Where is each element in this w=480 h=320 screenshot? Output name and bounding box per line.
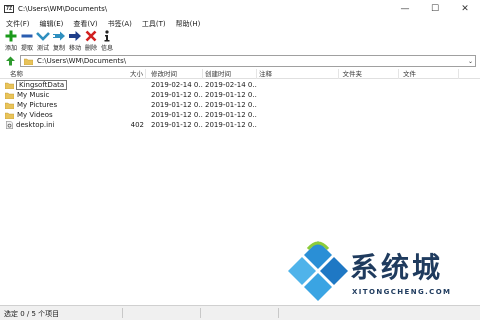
file-name: desktop.ini — [16, 121, 55, 129]
x-icon — [83, 29, 99, 42]
file-name-cell: My Pictures — [0, 100, 126, 110]
column-header-row: 名称 大小 修改时间 创建时间 注释 文件夹 文件 — [0, 69, 480, 79]
file-name-cell: KingsoftData — [0, 80, 126, 90]
app-icon: 7Z — [4, 5, 14, 13]
folder-icon — [5, 102, 14, 109]
add-label: 添加 — [4, 45, 17, 52]
extract-label: 提取 — [20, 45, 33, 52]
file-name-cell: My Music — [0, 90, 126, 100]
copy-label: 复制 — [52, 45, 65, 52]
test-label: 测试 — [36, 45, 49, 52]
menu-tools[interactable]: 工具(T) — [138, 19, 170, 29]
file-created: 2019-01-12 0... — [205, 101, 257, 109]
file-name: My Pictures — [17, 101, 58, 109]
check-icon — [35, 29, 51, 42]
menu-edit[interactable]: 编辑(E) — [36, 19, 68, 29]
toolbar: 添加 提取 测试 复制 移动 删除 信息 — [0, 29, 480, 54]
file-created: 2019-02-14 0... — [205, 81, 257, 89]
watermark-url: XITONGCHENG.COM — [352, 288, 452, 296]
move-label: 移动 — [68, 45, 81, 52]
info-icon — [99, 29, 115, 42]
file-modified: 2019-02-14 0... — [151, 81, 203, 89]
file-modified: 2019-01-12 0... — [151, 101, 203, 109]
file-size — [126, 90, 146, 100]
folder-icon — [5, 112, 14, 119]
menu-help[interactable]: 帮助(H) — [172, 19, 205, 29]
column-size[interactable]: 大小 — [126, 69, 146, 79]
copy-arrows-icon — [51, 29, 67, 42]
file-size: 402 — [130, 121, 144, 129]
file-name: My Music — [17, 91, 50, 99]
menu-view[interactable]: 查看(V) — [69, 19, 101, 29]
address-path: C:\Users\WM\Documents\ — [37, 57, 127, 65]
column-created[interactable]: 创建时间 — [203, 69, 257, 79]
status-divider — [278, 308, 279, 318]
file-size — [126, 110, 146, 120]
delete-button[interactable]: 删除 — [83, 29, 99, 52]
maximize-button[interactable]: ☐ — [420, 0, 450, 18]
file-modified: 2019-01-12 0... — [151, 121, 203, 129]
file-name: KingsoftData — [15, 80, 68, 90]
address-input[interactable]: C:\Users\WM\Documents\ ⌄ — [20, 55, 476, 67]
address-bar: C:\Users\WM\Documents\ ⌄ — [0, 55, 480, 67]
table-row[interactable]: desktop.ini 402 2019-01-12 0... 2019-01-… — [0, 120, 480, 130]
folder-icon — [5, 92, 14, 99]
file-modified: 2019-01-12 0... — [151, 111, 203, 119]
up-arrow-icon — [5, 56, 15, 66]
file-name: My Videos — [17, 111, 53, 119]
column-name[interactable]: 名称 — [8, 69, 126, 79]
extract-button[interactable]: 提取 — [19, 29, 35, 52]
menu-bookmarks[interactable]: 书签(A) — [104, 19, 136, 29]
watermark-text: 系统城 — [350, 251, 444, 284]
menu-bar: 文件(F) 编辑(E) 查看(V) 书签(A) 工具(T) 帮助(H) — [0, 18, 480, 29]
info-button[interactable]: 信息 — [99, 29, 115, 52]
folder-icon — [5, 82, 14, 89]
minimize-button[interactable]: — — [390, 0, 420, 18]
selection-status: 选定 0 / 5 个项目 — [4, 310, 60, 318]
table-row[interactable]: My Music 2019-01-12 0... 2019-01-12 0... — [0, 90, 480, 100]
window-controls: — ☐ ✕ — [390, 0, 480, 18]
column-folders[interactable]: 文件夹 — [339, 69, 399, 79]
file-size — [126, 100, 146, 110]
minus-icon — [19, 29, 35, 42]
chevron-down-icon[interactable]: ⌄ — [468, 58, 473, 65]
file-created: 2019-01-12 0... — [205, 121, 257, 129]
folder-icon — [24, 58, 33, 65]
copy-button[interactable]: 复制 — [51, 29, 67, 52]
column-files[interactable]: 文件 — [399, 69, 459, 79]
column-modified[interactable]: 修改时间 — [149, 69, 203, 79]
file-name-cell: desktop.ini — [0, 120, 126, 130]
title-bar: 7Z C:\Users\WM\Documents\ — ☐ ✕ — [0, 0, 480, 18]
file-created: 2019-01-12 0... — [205, 91, 257, 99]
info-label: 信息 — [100, 45, 113, 52]
diamond-logo-icon — [288, 241, 348, 301]
plus-icon — [3, 29, 19, 42]
file-created: 2019-01-12 0... — [205, 111, 257, 119]
table-row[interactable]: KingsoftData 2019-02-14 0... 2019-02-14 … — [0, 80, 480, 90]
table-row[interactable]: My Pictures 2019-01-12 0... 2019-01-12 0… — [0, 100, 480, 110]
move-button[interactable]: 移动 — [67, 29, 83, 52]
window-title: C:\Users\WM\Documents\ — [18, 5, 108, 13]
file-name-cell: My Videos — [0, 110, 126, 120]
status-divider — [122, 308, 123, 318]
watermark: 系统城 XITONGCHENG.COM — [288, 235, 478, 305]
add-button[interactable]: 添加 — [3, 29, 19, 52]
test-button[interactable]: 测试 — [35, 29, 51, 52]
menu-file[interactable]: 文件(F) — [2, 19, 34, 29]
close-button[interactable]: ✕ — [450, 0, 480, 18]
status-bar: 选定 0 / 5 个项目 — [0, 305, 480, 320]
right-arrow-icon — [67, 29, 83, 42]
file-size — [126, 80, 146, 90]
column-comment[interactable]: 注释 — [257, 69, 339, 79]
file-modified: 2019-01-12 0... — [151, 91, 203, 99]
up-folder-button[interactable] — [4, 56, 16, 66]
delete-label: 删除 — [84, 45, 97, 52]
settings-file-icon — [6, 121, 13, 129]
status-divider — [200, 308, 201, 318]
table-row[interactable]: My Videos 2019-01-12 0... 2019-01-12 0..… — [0, 110, 480, 120]
